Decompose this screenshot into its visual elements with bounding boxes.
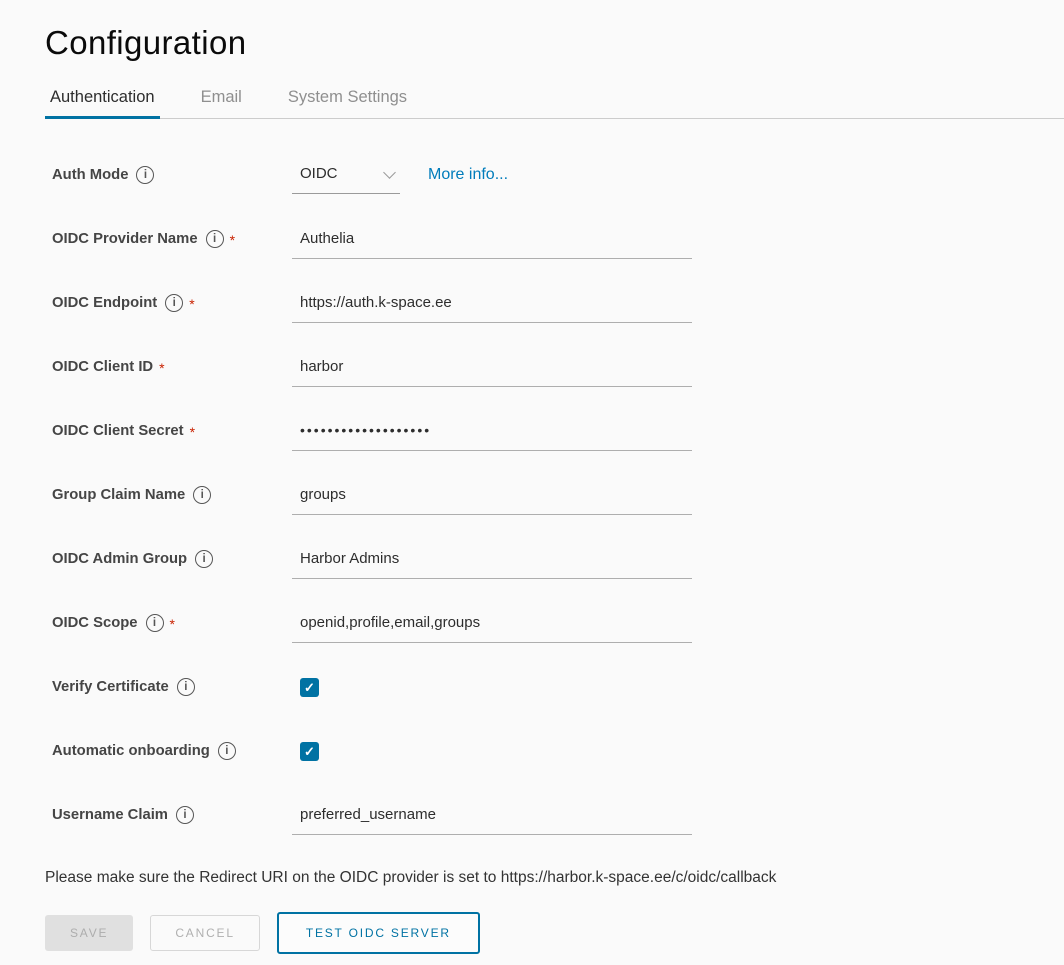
save-button[interactable]: SAVE: [45, 915, 133, 951]
form-row-oidc-endpoint: OIDC Endpoint i *: [45, 293, 1064, 323]
field-label: Group Claim Name: [52, 487, 185, 503]
form-row-verify-certificate: Verify Certificate i ✓: [45, 677, 1064, 707]
form-row-auth-mode: Auth Mode i OIDC More info...: [45, 165, 1064, 195]
field-label: OIDC Client ID: [52, 359, 153, 375]
info-icon[interactable]: i: [177, 678, 195, 696]
checkmark-icon: ✓: [304, 681, 315, 694]
info-icon[interactable]: i: [176, 806, 194, 824]
username-claim-input[interactable]: [292, 805, 692, 835]
test-oidc-server-button[interactable]: TEST OIDC SERVER: [277, 912, 480, 954]
required-asterisk: *: [230, 230, 235, 248]
info-icon[interactable]: i: [206, 230, 224, 248]
oidc-client-id-input[interactable]: [292, 357, 692, 387]
info-icon[interactable]: i: [218, 742, 236, 760]
oidc-admin-group-input[interactable]: [292, 549, 692, 579]
form-row-oidc-admin-group: OIDC Admin Group i: [45, 549, 1064, 579]
chevron-down-icon: [383, 166, 396, 179]
form-row-oidc-scope: OIDC Scope i *: [45, 613, 1064, 643]
form-row-group-claim-name: Group Claim Name i: [45, 485, 1064, 515]
cancel-button[interactable]: CANCEL: [150, 915, 259, 951]
tab-system-settings[interactable]: System Settings: [283, 82, 412, 118]
info-icon[interactable]: i: [165, 294, 183, 312]
auth-mode-select[interactable]: OIDC: [292, 165, 400, 194]
required-asterisk: *: [159, 358, 164, 376]
info-icon[interactable]: i: [195, 550, 213, 568]
field-label: OIDC Client Secret: [52, 423, 184, 439]
oidc-client-secret-input[interactable]: [292, 421, 692, 451]
page-title: Configuration: [45, 24, 1064, 62]
form-row-oidc-client-secret: OIDC Client Secret *: [45, 421, 1064, 451]
checkmark-icon: ✓: [304, 745, 315, 758]
form-row-automatic-onboarding: Automatic onboarding i ✓: [45, 741, 1064, 771]
field-label: Username Claim: [52, 807, 168, 823]
form-row-username-claim: Username Claim i: [45, 805, 1064, 835]
info-icon[interactable]: i: [193, 486, 211, 504]
required-asterisk: *: [189, 294, 194, 312]
required-asterisk: *: [170, 614, 175, 632]
field-label: OIDC Admin Group: [52, 551, 187, 567]
field-label: OIDC Endpoint: [52, 295, 157, 311]
more-info-link[interactable]: More info...: [428, 165, 508, 184]
group-claim-name-input[interactable]: [292, 485, 692, 515]
tab-bar: Authentication Email System Settings: [45, 82, 1064, 119]
form-row-oidc-client-id: OIDC Client ID *: [45, 357, 1064, 387]
field-label: OIDC Scope: [52, 615, 138, 631]
redirect-uri-note: Please make sure the Redirect URI on the…: [45, 869, 1064, 887]
oidc-scope-input[interactable]: [292, 613, 692, 643]
action-buttons: SAVE CANCEL TEST OIDC SERVER: [45, 912, 1064, 954]
auth-settings-form: Auth Mode i OIDC More info... OIDC Provi…: [45, 119, 1064, 954]
tab-email[interactable]: Email: [196, 82, 247, 118]
info-icon[interactable]: i: [136, 166, 154, 184]
tab-authentication[interactable]: Authentication: [45, 82, 160, 118]
oidc-endpoint-input[interactable]: [292, 293, 692, 323]
form-row-oidc-provider-name: OIDC Provider Name i *: [45, 229, 1064, 259]
automatic-onboarding-checkbox[interactable]: ✓: [300, 742, 319, 761]
info-icon[interactable]: i: [146, 614, 164, 632]
verify-certificate-checkbox[interactable]: ✓: [300, 678, 319, 697]
oidc-provider-name-input[interactable]: [292, 229, 692, 259]
field-label: Verify Certificate: [52, 679, 169, 695]
field-label: Automatic onboarding: [52, 743, 210, 759]
configuration-page: Configuration Authentication Email Syste…: [0, 0, 1064, 954]
field-label: Auth Mode: [52, 167, 128, 183]
field-label: OIDC Provider Name: [52, 231, 198, 247]
required-asterisk: *: [190, 422, 195, 440]
auth-mode-value: OIDC: [300, 165, 338, 182]
